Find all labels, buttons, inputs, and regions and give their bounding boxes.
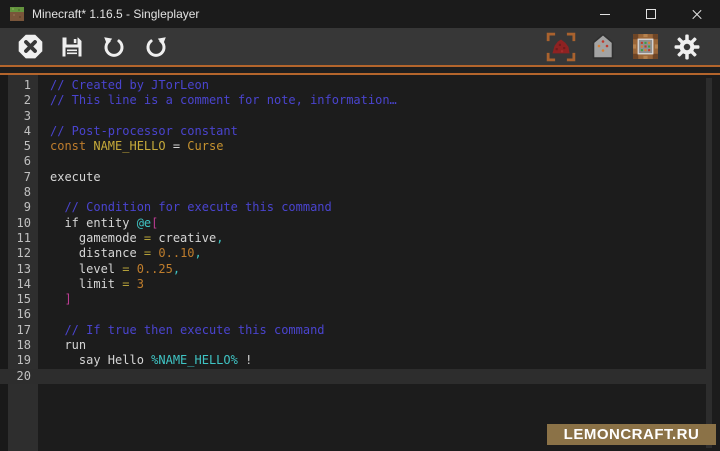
titlebar: Minecraft* 1.16.5 - Singleplayer	[0, 0, 720, 28]
code-line[interactable]: 4// Post-processor constant	[0, 124, 706, 139]
maximize-icon	[646, 9, 656, 19]
code-line-text: // This line is a comment for note, info…	[38, 93, 397, 108]
undo-button[interactable]	[97, 31, 131, 63]
undo-arrow-icon	[102, 35, 126, 59]
code-line-text	[38, 154, 50, 169]
app-window: Minecraft* 1.16.5 - Singleplayer	[0, 0, 720, 451]
line-number: 18	[8, 338, 38, 353]
code-line-text: // If true then execute this command	[38, 323, 325, 338]
code-line[interactable]: 9 // Condition for execute this command	[0, 200, 706, 215]
close-button[interactable]	[674, 0, 720, 28]
code-line-text: level = 0..25,	[38, 262, 180, 277]
code-lines: 1// Created by JTorLeon2// This line is …	[0, 78, 706, 384]
line-number: 3	[8, 109, 38, 124]
toolbar-editor-separator	[0, 67, 720, 75]
code-line-text	[38, 185, 50, 200]
redstone-selection-button[interactable]	[544, 31, 578, 63]
code-line[interactable]: 3	[0, 109, 706, 124]
code-line[interactable]: 11 gamemode = creative,	[0, 231, 706, 246]
code-line-text: run	[38, 338, 86, 353]
code-line-text	[38, 307, 50, 322]
line-number: 20	[8, 369, 38, 384]
minecraft-grass-block-icon	[10, 7, 24, 21]
line-number: 19	[8, 353, 38, 368]
code-line[interactable]: 17 // If true then execute this command	[0, 323, 706, 338]
toolbar-right-group	[536, 31, 720, 63]
code-line[interactable]: 18 run	[0, 338, 706, 353]
code-line-text: // Created by JTorLeon	[38, 78, 209, 93]
line-number: 1	[8, 78, 38, 93]
code-line[interactable]: 19 say Hello %NAME_HELLO% !	[0, 353, 706, 368]
window-title: Minecraft* 1.16.5 - Singleplayer	[32, 7, 582, 21]
code-line[interactable]: 15 ]	[0, 292, 706, 307]
code-line-text: gamemode = creative,	[38, 231, 223, 246]
line-number: 14	[8, 277, 38, 292]
code-line[interactable]: 12 distance = 0..10,	[0, 246, 706, 261]
line-number: 13	[8, 262, 38, 277]
code-line-text: const NAME_HELLO = Curse	[38, 139, 223, 154]
minimize-button[interactable]	[582, 0, 628, 28]
close-icon	[691, 8, 703, 20]
gear-icon	[674, 34, 700, 60]
line-number: 10	[8, 216, 38, 231]
toolbar-left-group	[0, 31, 181, 63]
line-number: 5	[8, 139, 38, 154]
line-number: 4	[8, 124, 38, 139]
line-number: 7	[8, 170, 38, 185]
floppy-disk-icon	[60, 35, 84, 59]
code-line-text: // Condition for execute this command	[38, 200, 332, 215]
code-line-text: distance = 0..10,	[38, 246, 202, 261]
code-line-text: if entity @e[	[38, 216, 158, 231]
code-line[interactable]: 2// This line is a comment for note, inf…	[0, 93, 706, 108]
code-line[interactable]: 7execute	[0, 170, 706, 185]
redo-arrow-icon	[144, 35, 168, 59]
maximize-button[interactable]	[628, 0, 674, 28]
code-line[interactable]: 14 limit = 3	[0, 277, 706, 292]
line-number: 17	[8, 323, 38, 338]
code-line[interactable]: 13 level = 0..25,	[0, 262, 706, 277]
house-icon	[591, 33, 615, 60]
line-number: 12	[8, 246, 38, 261]
line-number: 11	[8, 231, 38, 246]
line-number: 2	[8, 93, 38, 108]
code-line[interactable]: 1// Created by JTorLeon	[0, 78, 706, 93]
code-line[interactable]: 5const NAME_HELLO = Curse	[0, 139, 706, 154]
code-editor[interactable]: 1// Created by JTorLeon2// This line is …	[0, 75, 720, 451]
settings-button[interactable]	[670, 31, 704, 63]
line-number: 16	[8, 307, 38, 322]
code-line-text: // Post-processor constant	[38, 124, 238, 139]
code-line[interactable]: 20	[0, 369, 706, 384]
close-file-button[interactable]	[13, 31, 47, 63]
window-controls	[582, 0, 720, 28]
redo-button[interactable]	[139, 31, 173, 63]
code-line[interactable]: 6	[0, 154, 706, 169]
code-line-text	[38, 109, 50, 124]
scrollbar[interactable]	[706, 78, 712, 448]
structure-block-button[interactable]	[586, 31, 620, 63]
code-line[interactable]: 8	[0, 185, 706, 200]
crafting-frame-icon	[632, 33, 659, 60]
code-line-text: limit = 3	[38, 277, 144, 292]
watermark-text: LEMONCRAFT.RU	[564, 426, 700, 443]
item-frame-button[interactable]	[628, 31, 662, 63]
watermark-badge: LEMONCRAFT.RU	[547, 424, 716, 445]
line-number: 15	[8, 292, 38, 307]
octagon-x-icon	[17, 33, 44, 60]
minimize-icon	[600, 14, 610, 15]
redstone-dust-icon	[546, 32, 576, 62]
line-number: 8	[8, 185, 38, 200]
code-line-text: execute	[38, 170, 101, 185]
code-line-text: say Hello %NAME_HELLO% !	[38, 353, 252, 368]
line-number: 6	[8, 154, 38, 169]
code-line[interactable]: 10 if entity @e[	[0, 216, 706, 231]
code-line-text: ]	[38, 292, 72, 307]
save-button[interactable]	[55, 31, 89, 63]
line-number: 9	[8, 200, 38, 215]
code-line[interactable]: 16	[0, 307, 706, 322]
code-line-text	[38, 369, 50, 384]
toolbar	[0, 28, 720, 67]
